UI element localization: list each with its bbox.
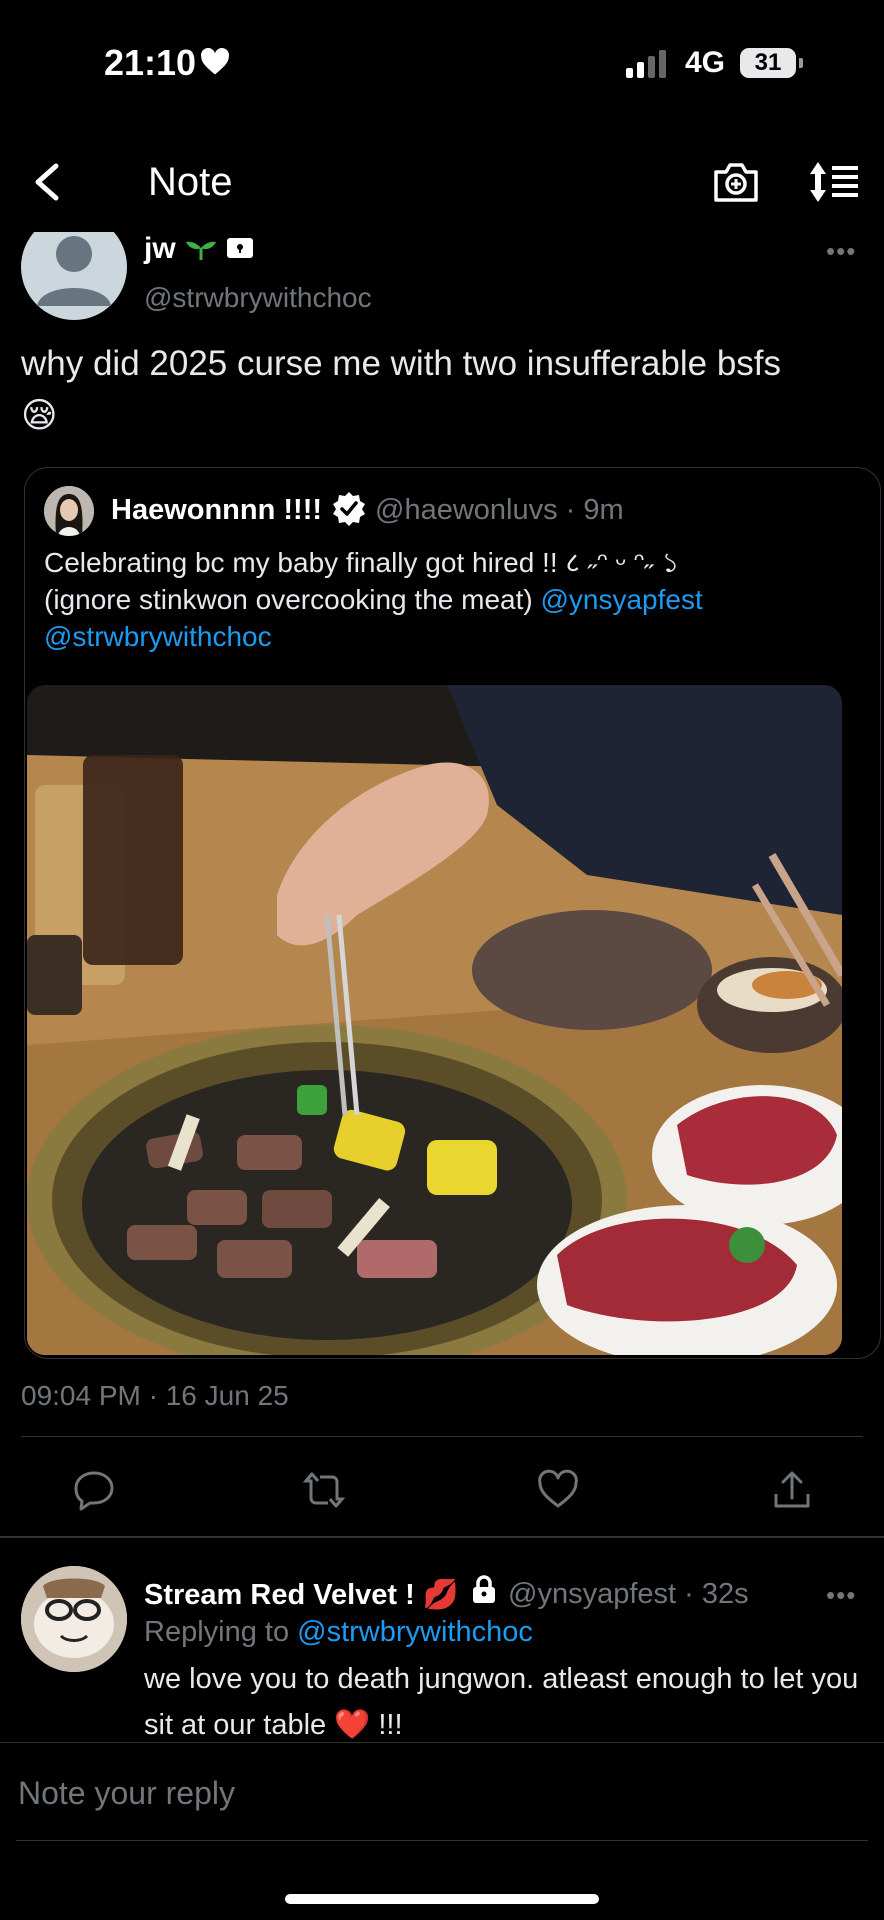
reply-author-handle[interactable]: @ynsyapfest · 32s — [508, 1578, 749, 1611]
camera-add-icon[interactable] — [712, 160, 760, 204]
signal-icon — [626, 48, 666, 78]
divider — [21, 1436, 863, 1437]
network-type: 4G — [685, 46, 726, 79]
divider — [0, 1536, 884, 1538]
reply-input[interactable] — [16, 1774, 860, 1813]
replying-prefix: Replying to — [144, 1616, 298, 1648]
quoted-text-line2: (ignore stinkwon overcooking the meat) — [44, 584, 541, 615]
more-options-icon[interactable]: ••• — [826, 1580, 856, 1611]
back-arrow-icon[interactable] — [28, 160, 68, 204]
heart-icon — [201, 48, 229, 75]
divider — [16, 1840, 868, 1841]
replying-to-mention[interactable]: @strwbrywithchoc — [297, 1616, 533, 1648]
quoted-tweet-text: Celebrating bc my baby finally got hired… — [44, 544, 844, 655]
replying-to: Replying to @strwbrywithchoc — [144, 1616, 533, 1649]
status-time: 21:10 — [104, 42, 197, 83]
author-handle[interactable]: @strwbrywithchoc — [144, 282, 372, 314]
author-name[interactable]: jw — [144, 232, 176, 266]
lock-icon — [473, 1575, 495, 1603]
reply-icon[interactable] — [72, 1468, 116, 1512]
page-title: Note — [148, 160, 233, 204]
reply-author-name[interactable]: Stream Red Velvet ! 💋 — [144, 1578, 459, 1612]
reply-text: we love you to death jungwon. atleast en… — [144, 1663, 859, 1741]
more-options-icon[interactable]: ••• — [826, 236, 856, 267]
share-icon[interactable] — [770, 1468, 814, 1512]
lock-icon — [227, 238, 253, 258]
repost-icon[interactable] — [302, 1468, 346, 1512]
sort-replies-icon[interactable] — [808, 160, 860, 204]
quoted-author-name[interactable]: Haewonnnn !!!! — [111, 494, 322, 527]
mention-link[interactable]: @ynsyapfest — [540, 584, 702, 615]
like-icon[interactable] — [536, 1468, 580, 1512]
quoted-text-line: (ignore stinkwon overcooking the meat) @… — [44, 581, 844, 618]
avatar[interactable] — [44, 486, 94, 536]
verified-badge-icon — [333, 492, 365, 526]
mention-link[interactable]: @strwbrywithchoc — [44, 621, 272, 652]
divider — [0, 1742, 884, 1743]
seedling-icon — [186, 241, 216, 260]
home-indicator[interactable] — [285, 1894, 599, 1904]
battery-indicator: 31 — [740, 48, 803, 78]
quoted-text-line: Celebrating bc my baby finally got hired… — [44, 547, 680, 578]
avatar[interactable] — [21, 232, 127, 320]
tweet-timestamp: 09:04 PM · 16 Jun 25 — [21, 1380, 289, 1411]
korean-bbq-photo[interactable] — [27, 685, 842, 1355]
avatar[interactable] — [21, 1566, 127, 1672]
quoted-author-handle[interactable]: @haewonluvs · 9m — [375, 494, 624, 527]
tweet-text: why did 2025 curse me with two insuffera… — [21, 344, 782, 435]
quoted-tweet-card[interactable]: Haewonnnn !!!! @haewonluvs · 9m Celebrat… — [24, 467, 881, 1359]
